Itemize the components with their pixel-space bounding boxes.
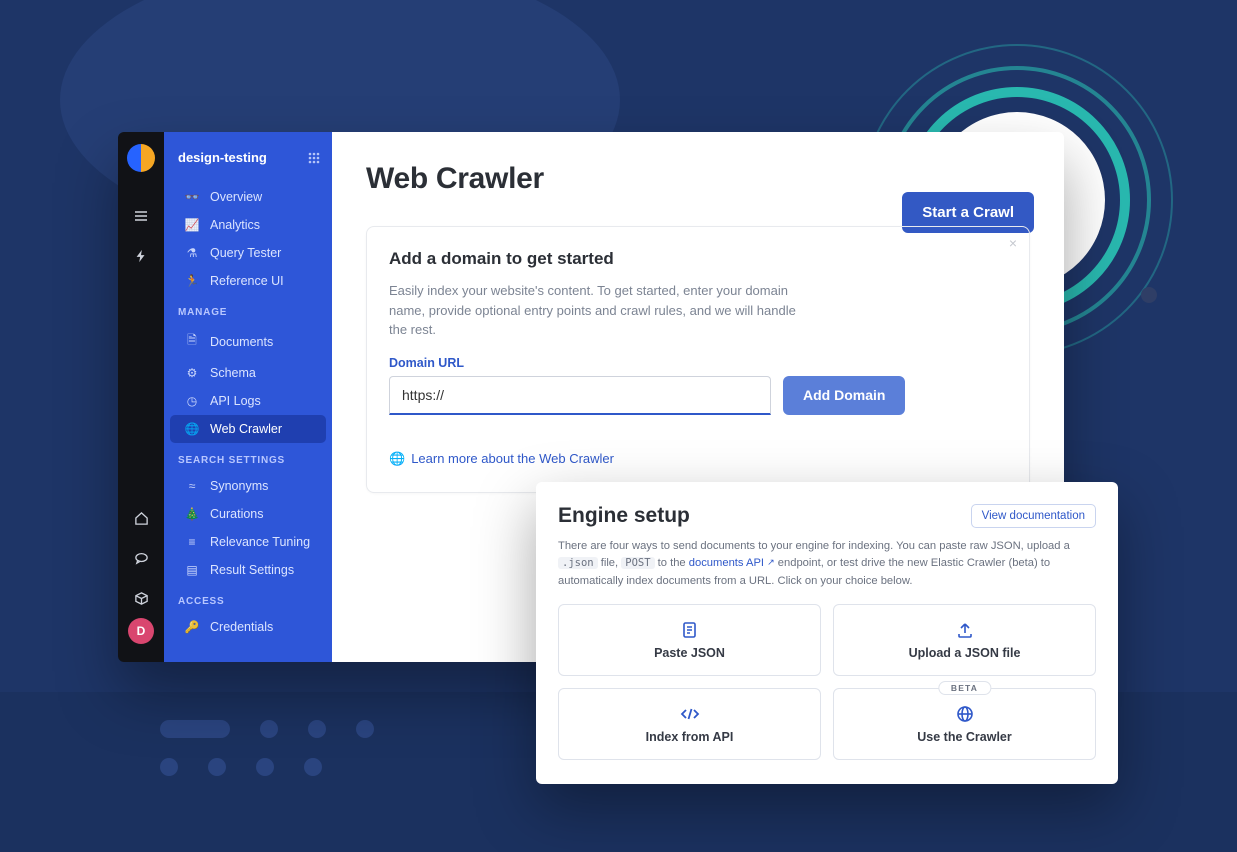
engine-setup-description: There are four ways to send documents to… (558, 538, 1096, 590)
sidebar-item-documents[interactable]: 🗎 Documents (170, 324, 326, 359)
clock-icon: ◷ (184, 394, 200, 408)
product-logo[interactable] (127, 144, 155, 172)
sidebar-item-synonyms[interactable]: ≈ Synonyms (170, 472, 326, 500)
globe-icon: 🌐 (389, 451, 405, 467)
flask-icon: ⚗ (184, 246, 200, 260)
sidebar-item-overview[interactable]: 👓 Overview (170, 183, 326, 211)
box-icon[interactable] (131, 588, 151, 608)
sidebar-item-credentials[interactable]: 🔑 Credentials (170, 613, 326, 641)
gear-icon: ⚙ (184, 366, 200, 380)
binoculars-icon: 👓 (184, 190, 200, 204)
docs-icon: 🗎 (184, 331, 200, 352)
sidebar-item-schema[interactable]: ⚙ Schema (170, 359, 326, 387)
sliders-icon: ≡ (184, 535, 200, 549)
domain-url-input[interactable] (389, 376, 771, 415)
beta-badge: BETA (938, 681, 991, 695)
bg-dots (160, 720, 374, 738)
key-icon: 🔑 (184, 620, 200, 634)
sidebar-item-label: Overview (210, 190, 262, 204)
avatar-initial: D (137, 624, 146, 638)
desc-text: to the (658, 557, 689, 569)
option-upload-json[interactable]: Upload a JSON file (833, 604, 1096, 676)
engine-setup-heading: Engine setup (558, 504, 690, 528)
option-paste-json[interactable]: Paste JSON (558, 604, 821, 676)
sidebar-item-label: Query Tester (210, 246, 281, 260)
add-domain-card: × Add a domain to get started Easily ind… (366, 226, 1030, 493)
bg-dots-2 (160, 758, 322, 776)
sidebar-item-label: Synonyms (210, 479, 268, 493)
avatar[interactable]: D (128, 618, 154, 644)
sidebar-item-api-logs[interactable]: ◷ API Logs (170, 387, 326, 415)
page-title: Web Crawler (366, 162, 1030, 196)
api-icon (679, 704, 701, 724)
sidebar-section-access: ACCESS (164, 584, 332, 613)
sidebar-item-label: Reference UI (210, 274, 284, 288)
domain-url-label: Domain URL (389, 356, 1007, 370)
sidebar-section-manage: MANAGE (164, 295, 332, 324)
view-documentation-button[interactable]: View documentation (971, 504, 1096, 528)
chat-icon[interactable] (131, 548, 151, 568)
sidebar-item-label: Web Crawler (210, 422, 282, 436)
sidebar-item-relevance-tuning[interactable]: ≡ Relevance Tuning (170, 528, 326, 556)
sidebar-item-label: Analytics (210, 218, 260, 232)
sidebar-item-reference-ui[interactable]: 🏃 Reference UI (170, 267, 326, 295)
menu-icon[interactable] (131, 206, 151, 226)
card-heading: Add a domain to get started (389, 249, 1007, 269)
result-icon: ▤ (184, 563, 200, 577)
bolt-icon[interactable] (131, 246, 151, 266)
sidebar-item-curations[interactable]: 🎄 Curations (170, 500, 326, 528)
apps-grid-icon[interactable] (308, 152, 320, 164)
sidebar-item-label: Result Settings (210, 563, 294, 577)
breadcrumb[interactable]: design-testing (164, 146, 332, 183)
paste-icon (680, 620, 700, 640)
code-post: POST (621, 557, 654, 569)
sidebar-item-web-crawler[interactable]: 🌐 Web Crawler (170, 415, 326, 443)
tree-icon: 🎄 (184, 507, 200, 521)
documents-api-link[interactable]: documents API ↗ (689, 557, 775, 569)
sidebar-item-result-settings[interactable]: ▤ Result Settings (170, 556, 326, 584)
close-icon[interactable]: × (1009, 235, 1017, 251)
globe-icon (955, 704, 975, 724)
breadcrumb-title: design-testing (178, 150, 267, 165)
sidebar-item-label: API Logs (210, 394, 261, 408)
sidebar: design-testing 👓 Overview 📈 Analytics ⚗ Que… (164, 132, 332, 662)
sidebar-item-label: Curations (210, 507, 264, 521)
sidebar-item-analytics[interactable]: 📈 Analytics (170, 211, 326, 239)
link-label: documents API (689, 557, 764, 569)
card-description: Easily index your website's content. To … (389, 281, 809, 340)
code-json: .json (558, 557, 598, 569)
run-icon: 🏃 (184, 274, 200, 288)
add-domain-button[interactable]: Add Domain (783, 376, 905, 415)
left-rail: D (118, 132, 164, 662)
learn-more-label: Learn more about the Web Crawler (411, 451, 614, 466)
option-use-crawler[interactable]: BETA Use the Crawler (833, 688, 1096, 760)
option-label: Paste JSON (654, 646, 725, 660)
sidebar-item-query-tester[interactable]: ⚗ Query Tester (170, 239, 326, 267)
option-index-from-api[interactable]: Index from API (558, 688, 821, 760)
external-link-icon: ↗ (767, 557, 775, 567)
chart-icon: 📈 (184, 218, 200, 232)
home-icon[interactable] (131, 508, 151, 528)
sidebar-item-label: Schema (210, 366, 256, 380)
sidebar-item-label: Documents (210, 335, 273, 349)
engine-setup-panel: Engine setup View documentation There ar… (536, 482, 1118, 784)
approx-icon: ≈ (184, 479, 200, 493)
option-label: Index from API (646, 730, 734, 744)
option-label: Use the Crawler (917, 730, 1011, 744)
upload-icon (955, 620, 975, 640)
option-label: Upload a JSON file (909, 646, 1021, 660)
sidebar-item-label: Relevance Tuning (210, 535, 310, 549)
learn-more-link[interactable]: 🌐 Learn more about the Web Crawler (389, 451, 614, 467)
desc-text: file, (601, 557, 622, 569)
desc-text: There are four ways to send documents to… (558, 540, 1070, 552)
sidebar-section-search-settings: SEARCH SETTINGS (164, 443, 332, 472)
globe-icon: 🌐 (184, 422, 200, 436)
sidebar-item-label: Credentials (210, 620, 273, 634)
